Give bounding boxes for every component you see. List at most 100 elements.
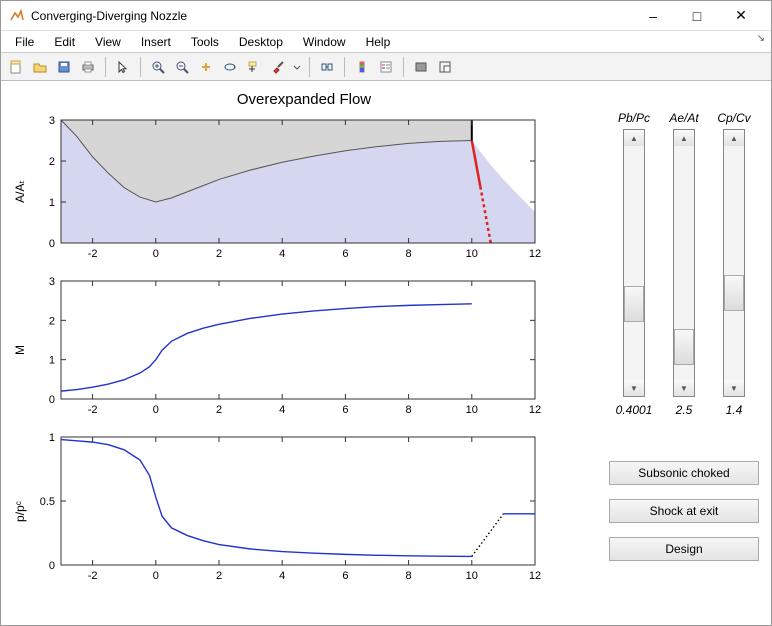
- menu-tools[interactable]: Tools: [183, 33, 227, 51]
- new-file-icon[interactable]: [5, 56, 27, 78]
- svg-text:4: 4: [279, 404, 285, 416]
- toolbar-separator: [344, 57, 345, 77]
- menu-view[interactable]: View: [87, 33, 129, 51]
- save-icon[interactable]: [53, 56, 75, 78]
- slider-label: Ae/At: [669, 111, 698, 125]
- svg-text:8: 8: [406, 404, 412, 416]
- slider-track[interactable]: [624, 146, 644, 380]
- svg-text:10: 10: [466, 570, 478, 582]
- svg-text:12: 12: [529, 248, 541, 260]
- svg-text:3: 3: [49, 276, 55, 288]
- print-icon[interactable]: [77, 56, 99, 78]
- slider-value: 0.4001: [616, 403, 653, 417]
- svg-text:1: 1: [49, 432, 55, 444]
- svg-text:0: 0: [153, 248, 159, 260]
- pan-icon[interactable]: [195, 56, 217, 78]
- maximize-button[interactable]: □: [675, 2, 719, 30]
- svg-text:12: 12: [529, 404, 541, 416]
- slider-value: 1.4: [726, 403, 743, 417]
- slider-thumb[interactable]: [724, 275, 744, 311]
- svg-text:0.5: 0.5: [40, 496, 55, 508]
- slider-down-arrow-icon[interactable]: ▼: [724, 380, 744, 396]
- svg-text:-2: -2: [88, 404, 98, 416]
- svg-text:10: 10: [466, 404, 478, 416]
- svg-text:10: 10: [466, 248, 478, 260]
- slider-body[interactable]: ▲▼: [623, 129, 645, 397]
- figure-title: Overexpanded Flow: [13, 91, 595, 108]
- preset-buttons: Subsonic choked Shock at exit Design: [609, 461, 759, 561]
- menu-window[interactable]: Window: [295, 33, 354, 51]
- slider-track[interactable]: [674, 146, 694, 380]
- brush-dropdown-icon[interactable]: [291, 56, 303, 78]
- dock-figure-icon[interactable]: [434, 56, 456, 78]
- window-title: Converging-Diverging Nozzle: [31, 9, 631, 23]
- slider-label: Pb/Pc: [618, 111, 650, 125]
- button-subsonic-choked[interactable]: Subsonic choked: [609, 461, 759, 485]
- button-design[interactable]: Design: [609, 537, 759, 561]
- slider-track[interactable]: [724, 146, 744, 380]
- svg-text:6: 6: [342, 570, 348, 582]
- axes-pressure[interactable]: p/pᶜ 00.51-2024681012: [13, 431, 595, 591]
- hide-plot-tools-icon[interactable]: [410, 56, 432, 78]
- zoom-in-icon[interactable]: [147, 56, 169, 78]
- slider-down-arrow-icon[interactable]: ▼: [624, 380, 644, 396]
- svg-text:0: 0: [153, 570, 159, 582]
- rotate-3d-icon[interactable]: [219, 56, 241, 78]
- insert-colorbar-icon[interactable]: [351, 56, 373, 78]
- link-plots-icon[interactable]: [316, 56, 338, 78]
- slider-label: Cp/Cv: [717, 111, 750, 125]
- brush-icon[interactable]: [267, 56, 289, 78]
- figure-toolbar: [1, 53, 771, 81]
- toolbar-separator: [140, 57, 141, 77]
- slider-aeat[interactable]: Ae/At▲▼2.5: [664, 111, 704, 417]
- svg-text:-2: -2: [88, 248, 98, 260]
- svg-text:12: 12: [529, 570, 541, 582]
- slider-up-arrow-icon[interactable]: ▲: [624, 130, 644, 146]
- svg-text:2: 2: [49, 156, 55, 168]
- svg-text:0: 0: [49, 238, 55, 250]
- menu-edit[interactable]: Edit: [46, 33, 83, 51]
- menu-desktop[interactable]: Desktop: [231, 33, 291, 51]
- titlebar: Converging-Diverging Nozzle – □ ✕: [1, 1, 771, 31]
- minimize-button[interactable]: –: [631, 2, 675, 30]
- slider-body[interactable]: ▲▼: [673, 129, 695, 397]
- svg-text:0: 0: [49, 394, 55, 406]
- close-button[interactable]: ✕: [719, 2, 763, 30]
- menu-file[interactable]: File: [7, 33, 42, 51]
- slider-up-arrow-icon[interactable]: ▲: [674, 130, 694, 146]
- open-file-icon[interactable]: [29, 56, 51, 78]
- slider-down-arrow-icon[interactable]: ▼: [674, 380, 694, 396]
- svg-text:3: 3: [49, 115, 55, 127]
- svg-text:2: 2: [216, 570, 222, 582]
- svg-text:-2: -2: [88, 570, 98, 582]
- slider-thumb[interactable]: [624, 286, 644, 322]
- axes-area-ratio[interactable]: A/Aₜ 0123-2024681012: [13, 114, 595, 269]
- axes-mach[interactable]: M 0123-2024681012: [13, 275, 595, 425]
- side-controls: Pb/Pc▲▼0.4001Ae/At▲▼2.5Cp/Cv▲▼1.4 Subson…: [609, 91, 759, 619]
- zoom-out-icon[interactable]: [171, 56, 193, 78]
- slider-up-arrow-icon[interactable]: ▲: [724, 130, 744, 146]
- pointer-icon[interactable]: [112, 56, 134, 78]
- menu-help[interactable]: Help: [358, 33, 399, 51]
- button-shock-at-exit[interactable]: Shock at exit: [609, 499, 759, 523]
- slider-body[interactable]: ▲▼: [723, 129, 745, 397]
- matlab-app-icon: [9, 8, 25, 24]
- slider-thumb[interactable]: [674, 329, 694, 365]
- svg-text:2: 2: [216, 404, 222, 416]
- slider-row: Pb/Pc▲▼0.4001Ae/At▲▼2.5Cp/Cv▲▼1.4: [609, 111, 759, 417]
- ylabel-pressure: p/pᶜ: [13, 501, 31, 522]
- toolbar-separator: [403, 57, 404, 77]
- slider-pbpc[interactable]: Pb/Pc▲▼0.4001: [614, 111, 654, 417]
- svg-text:6: 6: [342, 404, 348, 416]
- data-cursor-icon[interactable]: [243, 56, 265, 78]
- toolbar-separator: [105, 57, 106, 77]
- svg-text:2: 2: [49, 315, 55, 327]
- svg-text:4: 4: [279, 248, 285, 260]
- insert-legend-icon[interactable]: [375, 56, 397, 78]
- svg-text:6: 6: [342, 248, 348, 260]
- svg-text:4: 4: [279, 570, 285, 582]
- svg-text:2: 2: [216, 248, 222, 260]
- slider-cpcv[interactable]: Cp/Cv▲▼1.4: [714, 111, 754, 417]
- toolbar-expander-icon[interactable]: ↘: [757, 33, 765, 44]
- menu-insert[interactable]: Insert: [133, 33, 179, 51]
